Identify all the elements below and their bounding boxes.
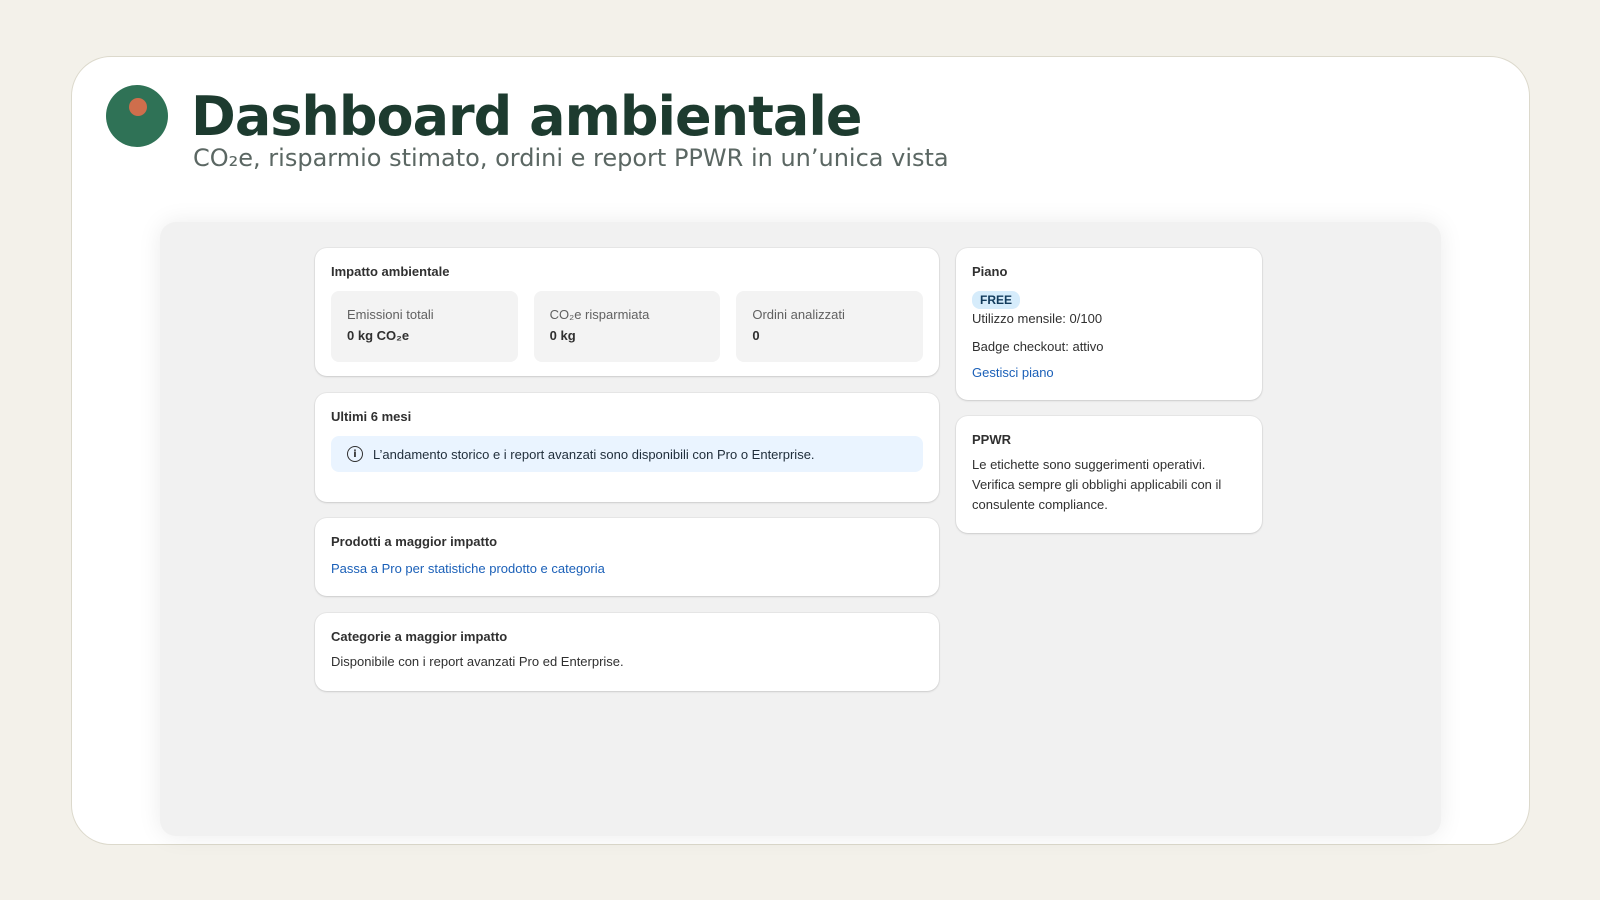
impact-card: Impatto ambientale Emissioni totali 0 kg… <box>315 248 939 376</box>
admin-app-frame: Impatto ambientale Emissioni totali 0 kg… <box>160 222 1441 836</box>
page-title: Dashboard ambientale <box>191 85 862 148</box>
metric-orders-analyzed: Ordini analizzati 0 <box>736 291 924 362</box>
page-subtitle: CO₂e, risparmio stimato, ordini e report… <box>193 144 949 172</box>
metric-value: 0 kg CO₂e <box>347 328 410 343</box>
plan-badge-checkout: Badge checkout: attivo <box>972 339 1104 354</box>
top-products-title: Prodotti a maggior impatto <box>331 534 498 549</box>
top-products-card: Prodotti a maggior impatto Passa a Pro p… <box>315 518 939 596</box>
manage-plan-link[interactable]: Gestisci piano <box>972 365 1054 380</box>
brand-logo-icon <box>106 85 168 147</box>
metric-label: Ordini analizzati <box>752 307 845 322</box>
plan-card-title: Piano <box>972 264 1008 279</box>
plan-usage: Utilizzo mensile: 0/100 <box>972 311 1103 326</box>
info-icon: i <box>347 446 363 462</box>
presentation-card: Dashboard ambientale CO₂e, risparmio sti… <box>71 56 1530 845</box>
metric-label: Emissioni totali <box>347 307 434 322</box>
info-banner: i L’andamento storico e i report avanzat… <box>331 436 923 472</box>
metric-total-emissions: Emissioni totali 0 kg CO₂e <box>331 291 518 362</box>
info-banner-text: L’andamento storico e i report avanzati … <box>373 446 815 462</box>
plan-badge: FREE <box>972 291 1021 309</box>
ppwr-text: Le etichette sono suggerimenti operativi… <box>972 457 1222 512</box>
metric-value: 0 kg <box>549 328 576 343</box>
plan-card: Piano FREE Utilizzo mensile: 0/100 Badge… <box>956 248 1262 400</box>
top-categories-card: Categorie a maggior impatto Disponibile … <box>315 613 939 691</box>
metric-value: 0 <box>752 328 760 343</box>
metric-co2-saved: CO₂e risparmiata 0 kg <box>533 291 721 362</box>
ppwr-card: PPWR Le etichette sono suggerimenti oper… <box>956 416 1262 533</box>
ppwr-card-title: PPWR <box>972 432 1011 447</box>
metric-label: CO₂e risparmiata <box>549 307 650 322</box>
top-categories-text: Disponibile con i report avanzati Pro ed… <box>331 654 624 669</box>
history-card-title: Ultimi 6 mesi <box>331 409 412 424</box>
impact-card-title: Impatto ambientale <box>331 264 450 279</box>
history-card: Ultimi 6 mesi i L’andamento storico e i … <box>315 393 939 502</box>
top-categories-title: Categorie a maggior impatto <box>331 629 508 644</box>
metrics-row: Emissioni totali 0 kg CO₂e CO₂e risparmi… <box>331 291 924 362</box>
upgrade-pro-link[interactable]: Passa a Pro per statistiche prodotto e c… <box>331 561 605 576</box>
logo-dot <box>129 98 147 116</box>
